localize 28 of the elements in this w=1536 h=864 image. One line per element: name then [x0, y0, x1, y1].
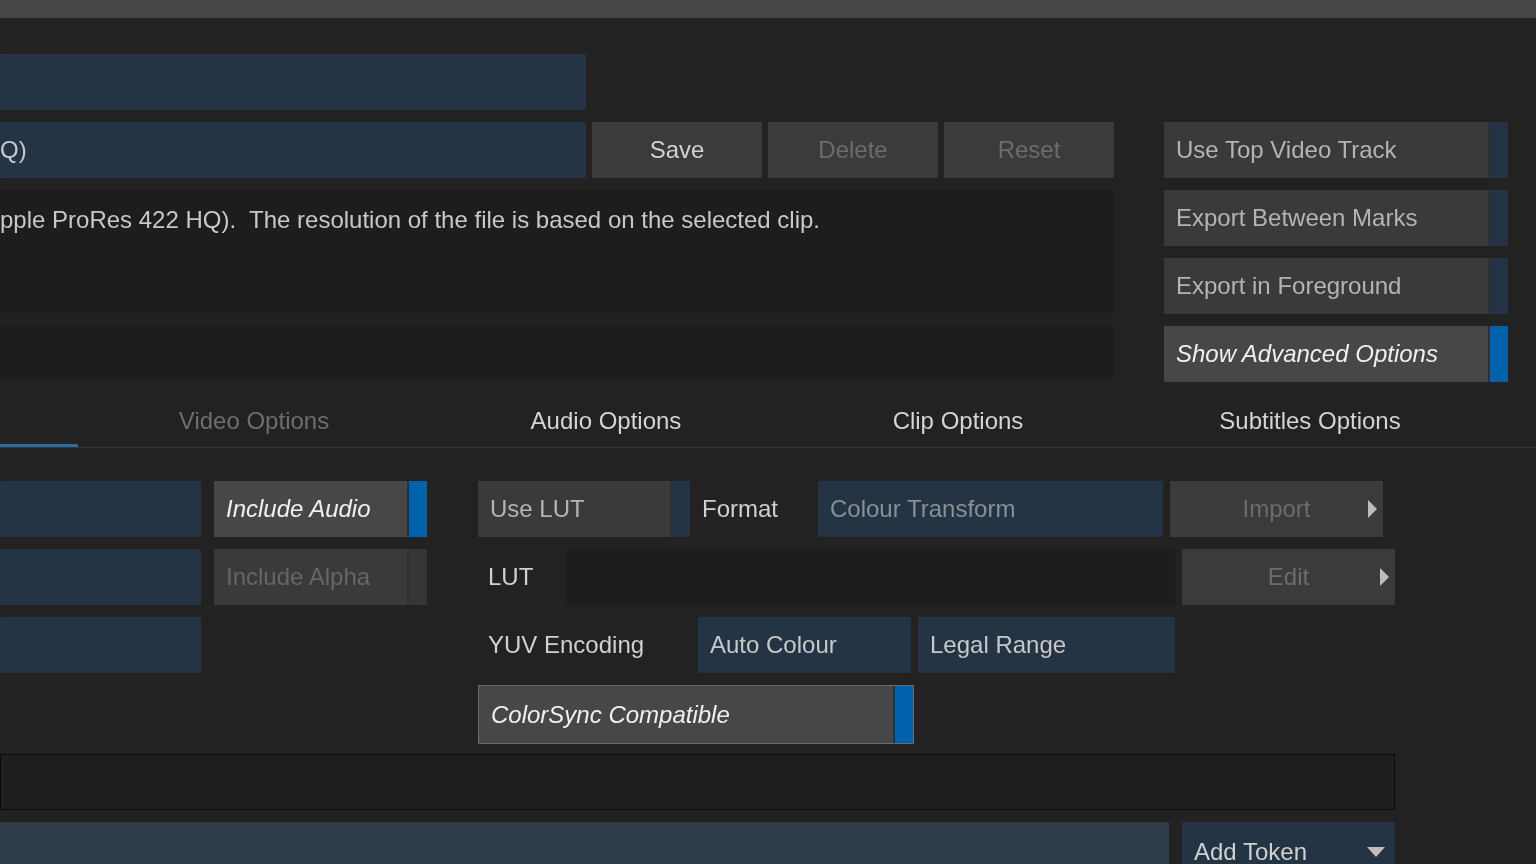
text-field[interactable] [0, 822, 1169, 864]
toggle-button[interactable]: Use Top Video Track [1164, 122, 1508, 178]
preset-button[interactable]: Save [592, 122, 762, 178]
toggle-button[interactable]: Include Audio [214, 481, 427, 537]
yuv-encoding-label: YUV Encoding [487, 631, 646, 659]
preset-field[interactable]: Q) [0, 122, 586, 178]
toggle-button[interactable]: Export Between Marks [1164, 190, 1508, 246]
tab[interactable]: Subtitles Options [1134, 395, 1486, 447]
tab[interactable]: Clip Options [782, 395, 1134, 447]
range-dropdown[interactable]: Legal Range [918, 617, 1175, 673]
text-field[interactable] [0, 617, 201, 673]
encoding-dropdown[interactable]: Auto Colour [698, 617, 911, 673]
lut-label: LUT [487, 563, 535, 591]
toggle-button[interactable]: Use LUT [478, 481, 690, 537]
toggle-button[interactable]: Show Advanced Options [1164, 326, 1508, 382]
text-field[interactable] [0, 549, 201, 605]
format-dropdown[interactable]: Colour Transform [818, 481, 1163, 537]
caret-icon [1380, 568, 1389, 586]
add-token-dropdown[interactable]: Add Token [1182, 822, 1395, 864]
description-text: pple ProRes 422 HQ). The resolution of the file is based on the selected clip. [0, 206, 821, 233]
tab[interactable]: Audio Options [430, 395, 782, 447]
toggle-button[interactable]: ColorSync Compatible [478, 685, 914, 744]
text-field[interactable] [0, 481, 201, 537]
toggle-button[interactable]: Export in Foreground [1164, 258, 1508, 314]
text-field[interactable] [0, 54, 586, 110]
caret-icon [1368, 500, 1377, 518]
format-label: Format [701, 495, 779, 523]
caret-icon [1367, 847, 1385, 857]
